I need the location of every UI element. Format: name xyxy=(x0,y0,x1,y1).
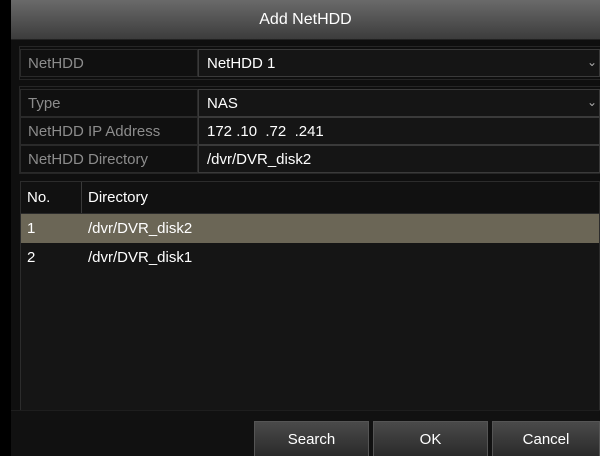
row-no: 1 xyxy=(27,220,36,237)
ok-button[interactable]: OK xyxy=(373,421,488,456)
row-no: 2 xyxy=(27,249,36,266)
nethdd-row: NetHDD NetHDD 1 ⌄ xyxy=(20,49,600,77)
ip-label: NetHDD IP Address xyxy=(20,117,198,145)
column-header-directory[interactable]: Directory xyxy=(82,182,599,213)
dialog-title-bar: Add NetHDD xyxy=(11,0,600,40)
search-button[interactable]: Search xyxy=(254,421,369,456)
chevron-down-icon: ⌄ xyxy=(586,55,597,69)
table-row[interactable]: 1 /dvr/DVR_disk2 xyxy=(21,214,599,243)
type-row: Type NAS ⌄ xyxy=(20,89,600,117)
chevron-down-icon: ⌄ xyxy=(586,95,597,109)
directory-value: /dvr/DVR_disk2 xyxy=(207,150,312,168)
table-header: No. Directory xyxy=(21,182,599,214)
directory-row: NetHDD Directory /dvr/DVR_disk2 xyxy=(20,145,600,173)
nethdd-select[interactable]: NetHDD 1 ⌄ xyxy=(198,49,600,77)
dialog-title: Add NetHDD xyxy=(259,10,352,28)
cancel-button[interactable]: Cancel xyxy=(492,421,600,456)
column-header-no[interactable]: No. xyxy=(21,182,82,213)
type-label: Type xyxy=(20,89,198,117)
type-select[interactable]: NAS ⌄ xyxy=(198,89,600,117)
ip-row: NetHDD IP Address 172 .10 .72 .241 xyxy=(20,117,600,145)
directory-table: No. Directory 1 /dvr/DVR_disk2 2 /dvr/DV… xyxy=(20,181,600,411)
nethdd-value: NetHDD 1 xyxy=(207,54,276,72)
directory-label: NetHDD Directory xyxy=(20,145,198,173)
table-row[interactable]: 2 /dvr/DVR_disk1 xyxy=(21,243,599,272)
directory-input[interactable]: /dvr/DVR_disk2 xyxy=(198,145,600,173)
ip-value: 172 .10 .72 .241 xyxy=(207,122,324,140)
row-directory: /dvr/DVR_disk1 xyxy=(88,249,193,266)
ip-address-input[interactable]: 172 .10 .72 .241 xyxy=(198,117,600,145)
nethdd-label: NetHDD xyxy=(20,49,198,77)
dialog-footer: Search OK Cancel xyxy=(11,410,600,456)
add-nethdd-dialog: NetHDD NetHDD 1 ⌄ Type NAS ⌄ NetHDD IP A… xyxy=(11,40,600,456)
type-value: NAS xyxy=(207,94,238,112)
row-directory: /dvr/DVR_disk2 xyxy=(88,220,193,237)
